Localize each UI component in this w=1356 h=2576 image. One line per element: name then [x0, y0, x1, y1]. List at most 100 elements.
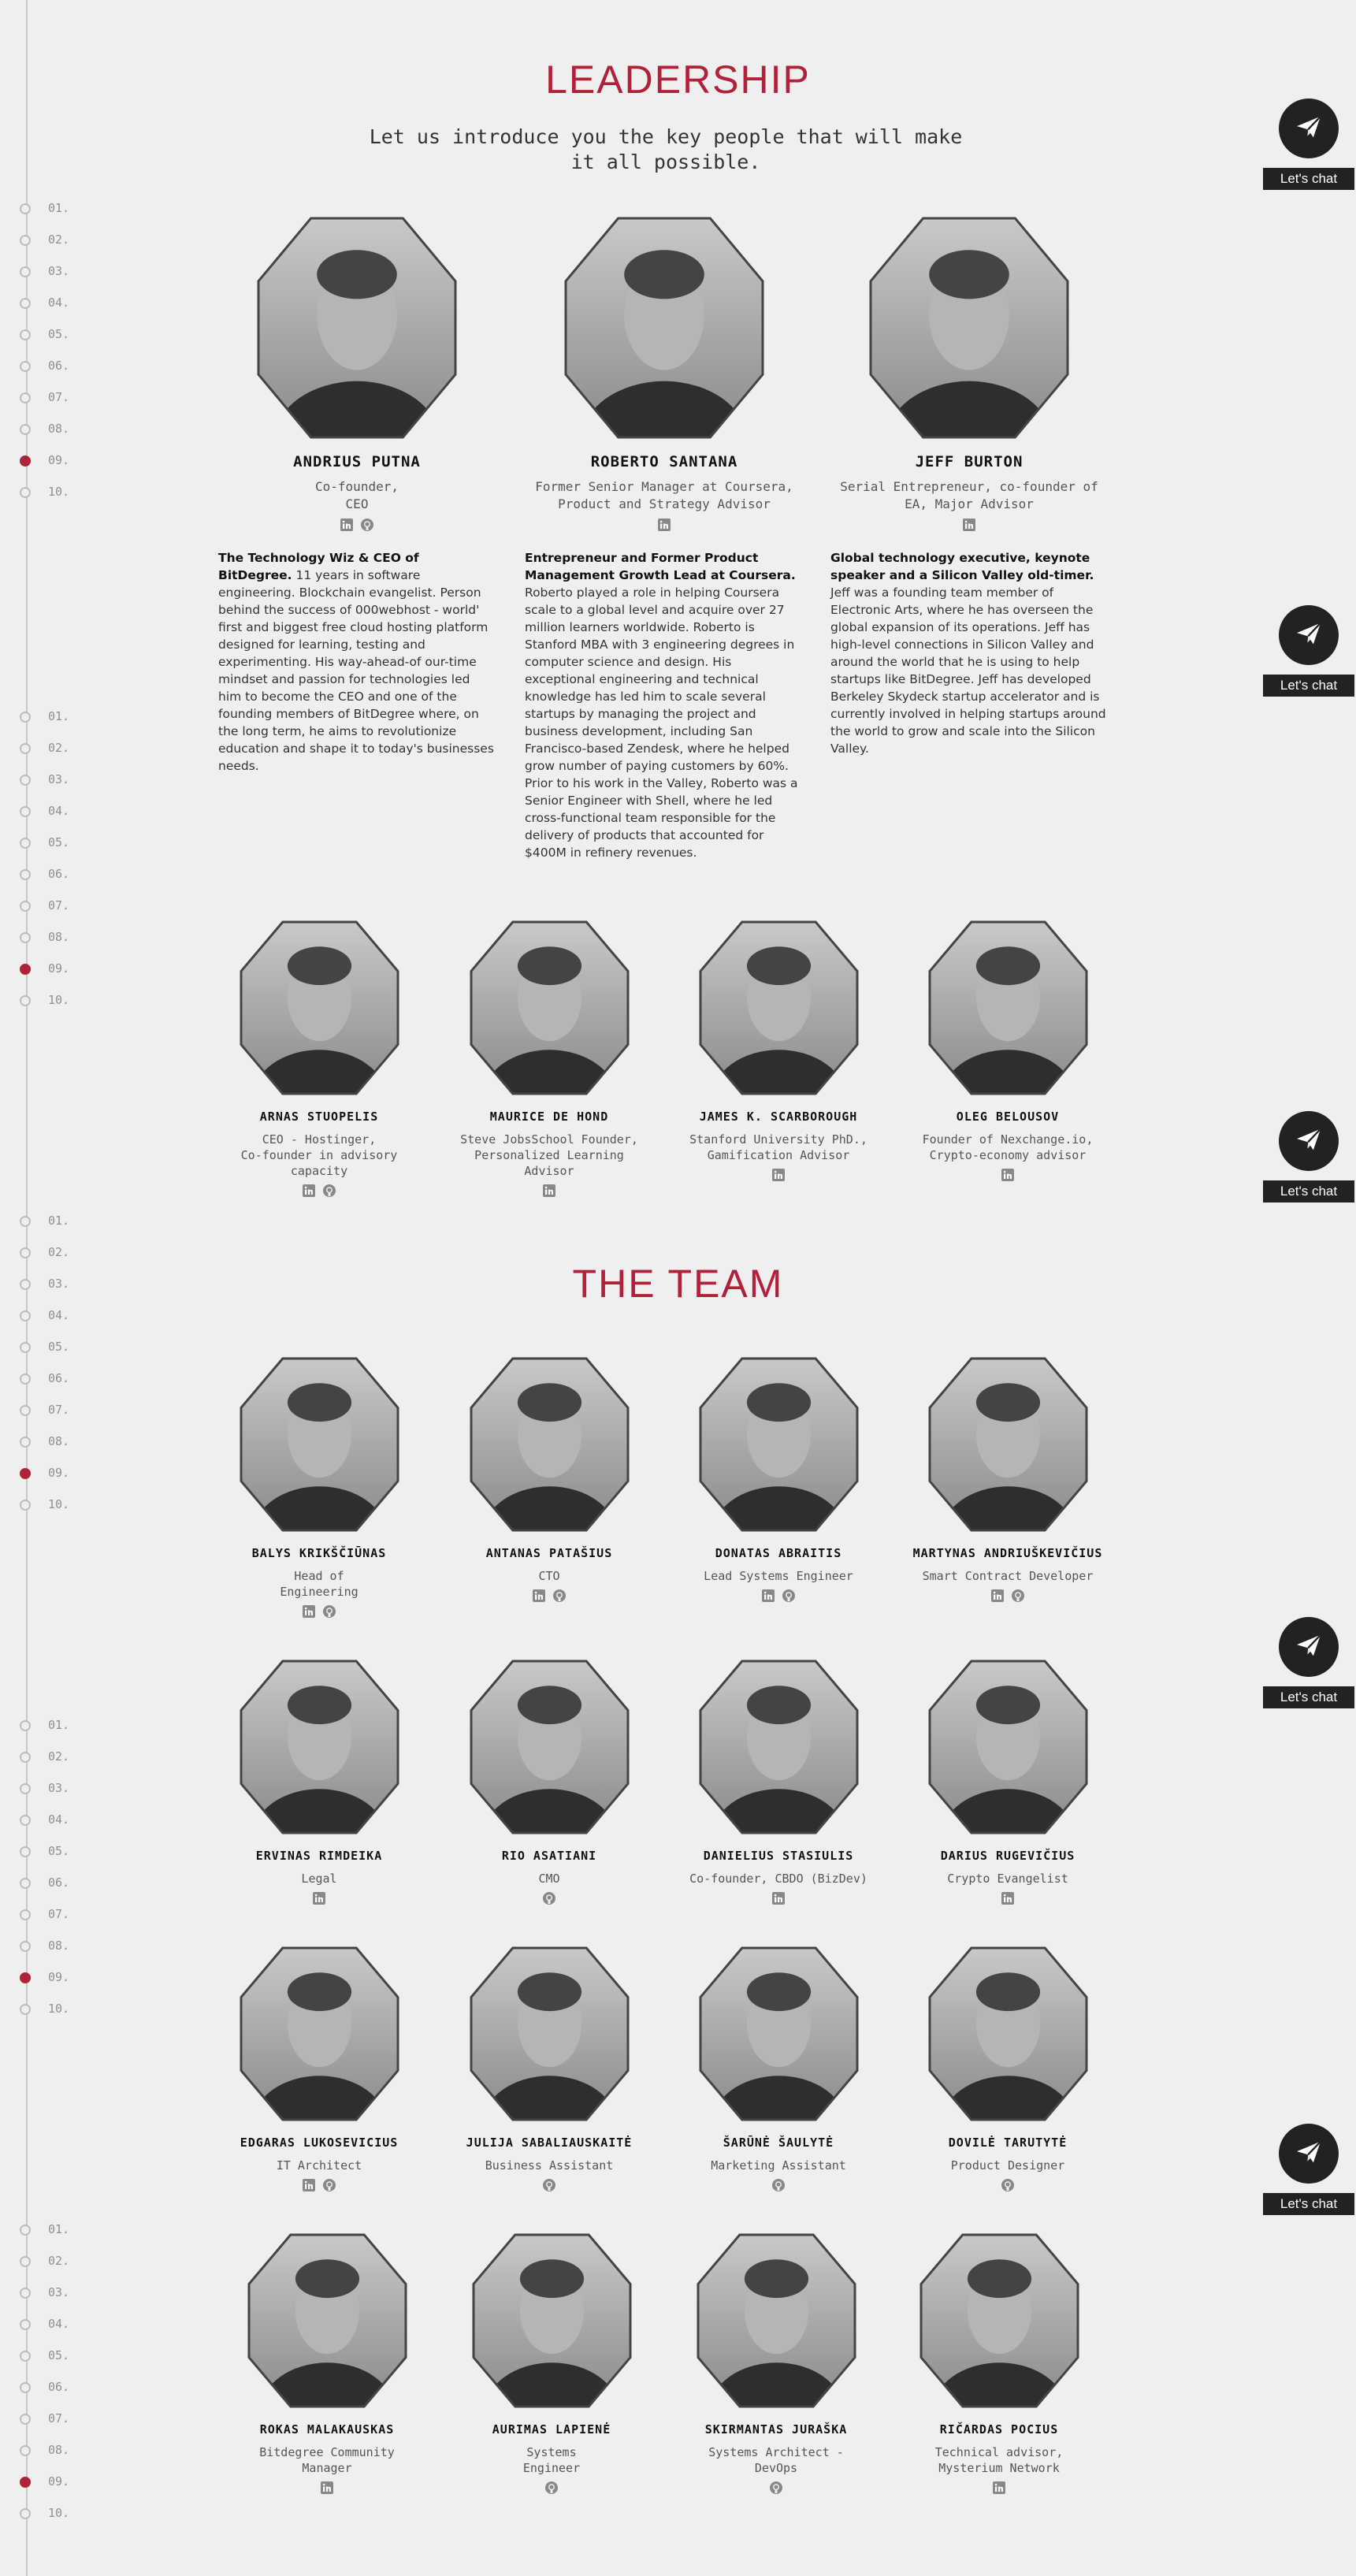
linkedin-icon[interactable] [320, 2481, 334, 2498]
github-icon[interactable] [360, 518, 374, 535]
linkedin-icon[interactable] [542, 1184, 556, 1201]
timeline-step[interactable]: 06. [20, 2376, 114, 2407]
timeline-step[interactable]: 08. [20, 1935, 114, 1966]
github-icon[interactable] [552, 1589, 567, 1606]
timeline-step[interactable]: 07. [20, 1399, 114, 1430]
timeline-step[interactable]: 06. [20, 863, 114, 894]
chat-label[interactable]: Let's chat [1263, 1686, 1354, 1708]
linkedin-icon[interactable] [771, 1891, 786, 1909]
chat-label[interactable]: Let's chat [1263, 168, 1354, 190]
github-icon[interactable] [542, 1891, 556, 1909]
timeline-step[interactable]: 07. [20, 1903, 114, 1935]
github-icon[interactable] [322, 1604, 336, 1622]
chat-label[interactable]: Let's chat [1263, 675, 1354, 697]
chat-button[interactable] [1279, 2124, 1339, 2184]
linkedin-icon[interactable] [1001, 1168, 1015, 1185]
person-card-arnas-stuopelis: ARNAS STUOPELIS CEO - Hostinger, Co-found… [209, 920, 429, 1201]
timeline-step[interactable]: 01. [20, 197, 114, 229]
timeline-step[interactable]: 04. [20, 1808, 114, 1840]
timeline-step[interactable]: 06. [20, 1872, 114, 1903]
chat-button[interactable] [1279, 1617, 1339, 1677]
timeline-step[interactable]: 02. [20, 1745, 114, 1777]
timeline-step[interactable]: 05. [20, 1336, 114, 1367]
chat-button[interactable] [1279, 99, 1339, 158]
linkedin-icon[interactable] [990, 1589, 1005, 1606]
timeline-step[interactable]: 03. [20, 260, 114, 292]
lets-chat-widget[interactable]: Let's chat [1263, 605, 1354, 697]
timeline-step[interactable]: 08. [20, 2439, 114, 2470]
chat-button[interactable] [1279, 605, 1339, 665]
linkedin-icon[interactable] [992, 2481, 1006, 2498]
timeline-step[interactable]: 04. [20, 292, 114, 323]
timeline-step[interactable]: 10. [20, 2502, 114, 2533]
profile-photo [564, 217, 764, 439]
linkedin-icon[interactable] [962, 518, 976, 535]
timeline-step[interactable]: 08. [20, 926, 114, 957]
timeline-step[interactable]: 02. [20, 229, 114, 260]
timeline-step[interactable]: 05. [20, 1840, 114, 1872]
github-icon[interactable] [771, 2178, 786, 2195]
chat-label[interactable]: Let's chat [1263, 1180, 1354, 1203]
linkedin-icon[interactable] [302, 2178, 316, 2195]
lets-chat-widget[interactable]: Let's chat [1263, 1617, 1354, 1708]
timeline-step[interactable]: 08. [20, 418, 114, 449]
lets-chat-widget[interactable]: Let's chat [1263, 1111, 1354, 1203]
timeline-step[interactable]: 03. [20, 1777, 114, 1808]
github-icon[interactable] [1001, 2178, 1015, 2195]
timeline-step[interactable]: 01. [20, 2218, 114, 2250]
chat-button[interactable] [1279, 1111, 1339, 1171]
timeline-step[interactable]: 09. [20, 1462, 114, 1493]
linkedin-icon[interactable] [761, 1589, 775, 1606]
lets-chat-widget[interactable]: Let's chat [1263, 2124, 1354, 2215]
timeline-step[interactable]: 08. [20, 1430, 114, 1462]
social-links [439, 2178, 659, 2195]
timeline-step[interactable]: 07. [20, 2407, 114, 2439]
timeline-group: 01. 02. 03. 04. 05. 06. 07. 08. 09. 10. [20, 1714, 114, 2029]
linkedin-icon[interactable] [657, 518, 671, 535]
timeline-step[interactable]: 09. [20, 1966, 114, 1998]
timeline-step[interactable]: 10. [20, 1493, 114, 1525]
timeline-step[interactable]: 10. [20, 481, 114, 512]
timeline-step[interactable]: 10. [20, 1998, 114, 2029]
linkedin-icon[interactable] [1001, 1891, 1015, 1909]
linkedin-icon[interactable] [340, 518, 354, 535]
linkedin-icon[interactable] [532, 1589, 546, 1606]
github-icon[interactable] [542, 2178, 556, 2195]
timeline-step[interactable]: 05. [20, 831, 114, 863]
timeline-step[interactable]: 09. [20, 2470, 114, 2502]
timeline-step[interactable]: 10. [20, 989, 114, 1020]
timeline-step[interactable]: 04. [20, 1304, 114, 1336]
github-icon[interactable] [544, 2481, 559, 2498]
github-icon[interactable] [1011, 1589, 1025, 1606]
lets-chat-widget[interactable]: Let's chat [1263, 99, 1354, 190]
timeline-step[interactable]: 05. [20, 2344, 114, 2376]
timeline-step[interactable]: 04. [20, 800, 114, 831]
github-icon[interactable] [322, 2178, 336, 2195]
timeline-step[interactable]: 09. [20, 449, 114, 481]
github-icon[interactable] [782, 1589, 796, 1606]
timeline-step[interactable]: 06. [20, 1367, 114, 1399]
github-icon[interactable] [769, 2481, 783, 2498]
timeline-step[interactable]: 03. [20, 2281, 114, 2313]
chat-label[interactable]: Let's chat [1263, 2193, 1354, 2215]
timeline-step[interactable]: 07. [20, 894, 114, 926]
profile-photo [699, 1357, 859, 1532]
github-icon[interactable] [322, 1184, 336, 1201]
timeline-step[interactable]: 03. [20, 768, 114, 800]
person-card-martynas-andriuskevicius: MARTYNAS ANDRIUŠKEVIČIUS Smart Contract D… [897, 1357, 1118, 1606]
timeline-step[interactable]: 09. [20, 957, 114, 989]
timeline-step[interactable]: 05. [20, 323, 114, 355]
timeline-step[interactable]: 01. [20, 705, 114, 737]
timeline-step[interactable]: 02. [20, 737, 114, 768]
timeline-step[interactable]: 02. [20, 2250, 114, 2281]
timeline-step[interactable]: 07. [20, 386, 114, 418]
timeline-step[interactable]: 04. [20, 2313, 114, 2344]
linkedin-icon[interactable] [302, 1184, 316, 1201]
paper-plane-icon [1293, 1124, 1324, 1158]
timeline-step[interactable]: 06. [20, 355, 114, 386]
linkedin-icon[interactable] [302, 1604, 316, 1622]
timeline-step[interactable]: 01. [20, 1714, 114, 1745]
linkedin-icon[interactable] [771, 1168, 786, 1185]
timeline-step[interactable]: 01. [20, 1210, 114, 1241]
linkedin-icon[interactable] [312, 1891, 326, 1909]
